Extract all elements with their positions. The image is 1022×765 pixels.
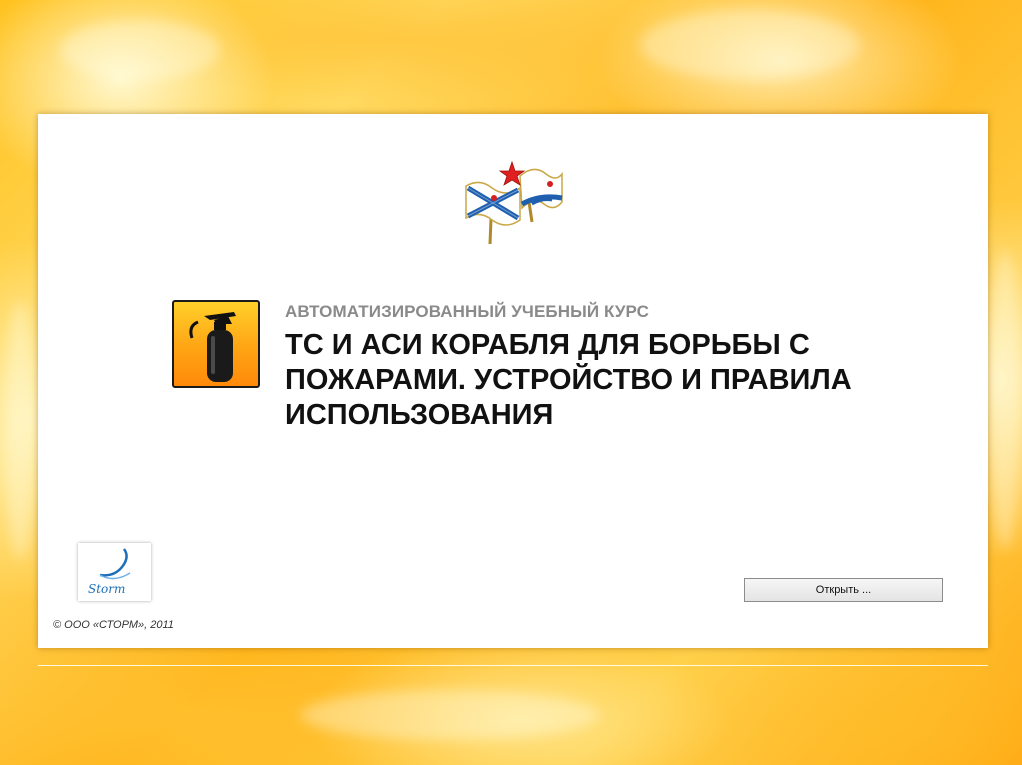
course-subtitle: АВТОМАТИЗИРОВАННЫЙ УЧЕБНЫЙ КУРС	[285, 302, 649, 321]
naval-flag-icon	[465, 160, 563, 245]
splash-panel: АВТОМАТИЗИРОВАННЫЙ УЧЕБНЫЙ КУРС ТС И АСИ…	[38, 114, 988, 648]
course-title: ТС И АСИ КОРАБЛЯ ДЛЯ БОРЬБЫ С ПОЖАРАМИ. …	[285, 329, 852, 431]
copyright-text: © ООО «СТОРМ», 2011	[53, 619, 174, 631]
divider-line	[38, 665, 988, 666]
open-button[interactable]: Открыть ...	[744, 578, 943, 602]
storm-logo-text: Storm	[88, 582, 125, 596]
storm-logo: Storm	[78, 543, 151, 601]
fire-extinguisher-icon	[172, 300, 260, 388]
